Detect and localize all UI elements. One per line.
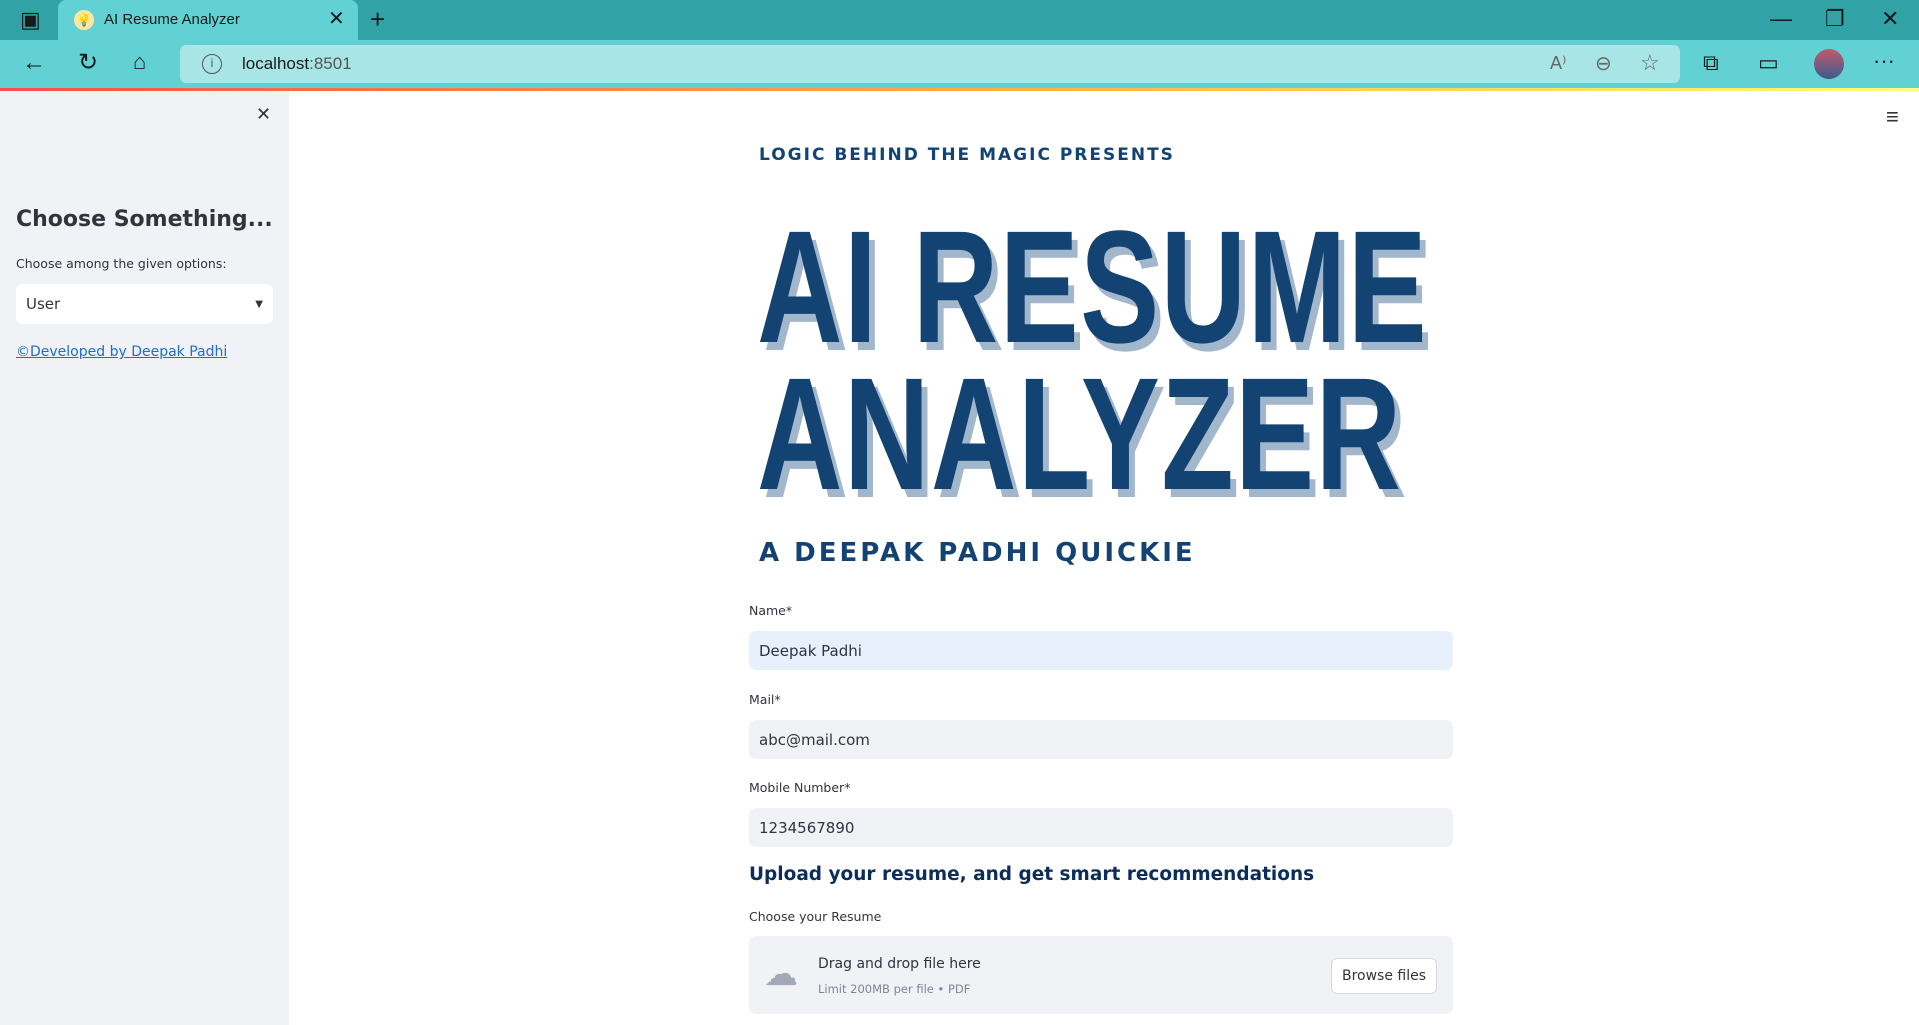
dropzone-text: Drag and drop file here [818, 956, 981, 972]
sidebar-toggle-icon[interactable]: ▣ [20, 9, 41, 31]
collections-icon[interactable]: ⧉ [1703, 52, 1719, 74]
title-line-2: ANALYZER [757, 344, 1403, 523]
select-value: User [26, 295, 61, 313]
math-solver-icon[interactable]: ▭ [1758, 52, 1779, 74]
title-line-1: AI RESUME [757, 197, 1429, 376]
upload-heading: Upload your resume, and get smart recomm… [749, 864, 1315, 885]
url-host: localhost [242, 54, 310, 73]
mobile-label: Mobile Number* [749, 780, 851, 795]
url-port: :8501 [309, 54, 352, 73]
close-window-icon[interactable]: ✕ [1881, 8, 1899, 30]
reload-icon[interactable]: ↻ [78, 51, 98, 75]
subtitle: A DEEPAK PADHI QUICKIE [759, 538, 1196, 568]
site-info-icon[interactable]: i [202, 54, 222, 74]
tab-title: AI Resume Analyzer [104, 11, 240, 28]
minimize-icon[interactable]: — [1770, 8, 1792, 30]
browse-files-button[interactable]: Browse files [1331, 958, 1437, 994]
mail-input[interactable]: abc@mail.com [749, 720, 1453, 759]
hamburger-menu-icon[interactable]: ≡ [1886, 104, 1899, 130]
file-dropzone[interactable]: ☁ Drag and drop file here Limit 200MB pe… [749, 936, 1453, 1014]
close-sidebar-icon[interactable]: ✕ [256, 105, 271, 123]
home-icon[interactable]: ⌂ [133, 51, 146, 73]
upload-label: Choose your Resume [749, 909, 882, 924]
zoom-out-icon[interactable]: ⊖ [1595, 51, 1612, 76]
dropzone-limit: Limit 200MB per file • PDF [818, 982, 971, 996]
chevron-down-icon: ▼ [255, 298, 263, 310]
read-aloud-icon[interactable]: A⁾ [1550, 53, 1566, 74]
name-input[interactable]: Deepak Padhi [749, 631, 1453, 670]
upload-cloud-icon: ☁ [764, 955, 798, 993]
mail-label: Mail* [749, 692, 781, 707]
mobile-input[interactable]: 1234567890 [749, 808, 1453, 847]
back-icon[interactable]: ← [22, 51, 46, 75]
name-label: Name* [749, 603, 793, 618]
mobile-value: 1234567890 [759, 818, 855, 837]
add-favorite-icon[interactable]: ☆ [1640, 50, 1660, 76]
more-menu-icon[interactable]: ··· [1873, 50, 1895, 72]
name-value: Deepak Padhi [759, 641, 862, 660]
profile-avatar[interactable] [1814, 49, 1844, 79]
select-label: Choose among the given options: [16, 256, 227, 271]
browser-tab[interactable]: 💡 AI Resume Analyzer ✕ [58, 0, 358, 40]
favicon-icon: 💡 [74, 10, 94, 30]
developer-link[interactable]: ©Developed by Deepak Padhi [16, 344, 227, 360]
restore-icon[interactable]: ❐ [1825, 8, 1845, 30]
address-bar[interactable]: i localhost:8501 A⁾ ⊖ ☆ [180, 45, 1680, 83]
sidebar-title: Choose Something... [16, 207, 273, 232]
new-tab-icon[interactable]: + [370, 6, 385, 32]
mail-value: abc@mail.com [759, 730, 870, 749]
presents-heading: LOGIC BEHIND THE MAGIC PRESENTS [759, 145, 1175, 165]
sidebar: ✕ Choose Something... Choose among the g… [0, 91, 289, 1025]
close-tab-icon[interactable]: ✕ [328, 9, 345, 29]
role-select[interactable]: User ▼ [16, 284, 273, 324]
